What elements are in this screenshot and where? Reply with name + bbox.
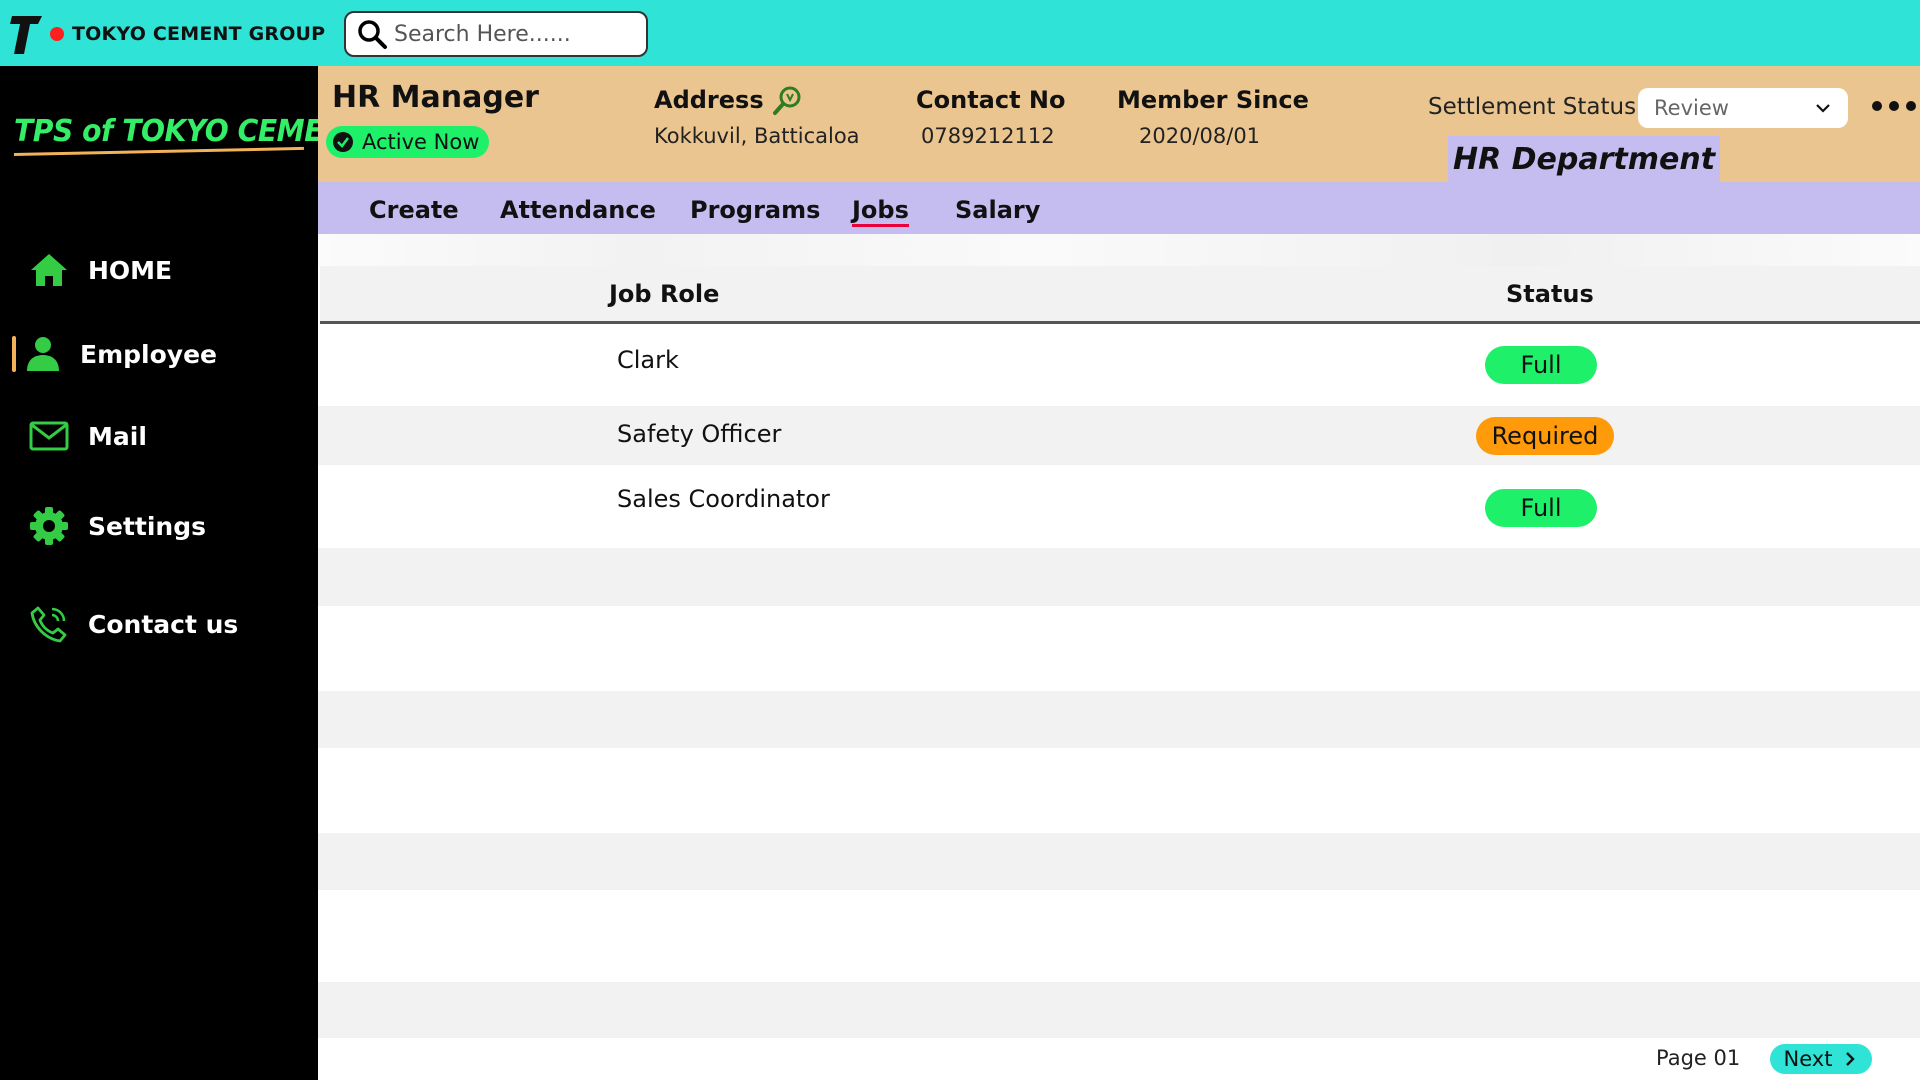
- sidebar-item-label: Settings: [88, 511, 207, 541]
- empty-row: [318, 691, 1920, 748]
- address-label: Address: [654, 86, 764, 114]
- sidebar-item-home[interactable]: HOME: [0, 242, 318, 298]
- sidebar-item-employee[interactable]: Employee: [0, 326, 318, 382]
- mail-icon: [28, 415, 70, 457]
- blurred-strip: [318, 234, 1920, 266]
- empty-row: [318, 748, 1920, 833]
- sidebar-item-settings[interactable]: Settings: [0, 498, 318, 554]
- check-circle-icon: [333, 132, 353, 152]
- phone-icon: [28, 603, 70, 645]
- page-title: HR Manager: [332, 80, 539, 115]
- page-number: Page 01: [1656, 1046, 1741, 1070]
- department-tab: HR Department: [1448, 136, 1720, 182]
- job-role-cell: Safety Officer: [617, 420, 782, 448]
- job-role-cell: Clark: [617, 346, 679, 374]
- job-role-cell: Sales Coordinator: [617, 485, 830, 513]
- dot: [1889, 101, 1899, 111]
- settlement-status-label: Settlement Status: [1428, 94, 1637, 120]
- next-button[interactable]: Next: [1770, 1044, 1872, 1074]
- empty-row: [318, 606, 1920, 691]
- search-icon: [358, 20, 387, 49]
- chevron-down-icon: [1816, 104, 1830, 113]
- gear-icon: [28, 505, 70, 547]
- tab-create[interactable]: Create: [369, 196, 459, 224]
- contact-value: 0789212112: [921, 124, 1055, 148]
- home-icon: [28, 249, 70, 291]
- sidebar-item-label: Contact us: [88, 609, 239, 639]
- profile-header: HR Manager Active Now Address Kokkuvil, …: [318, 66, 1920, 182]
- member-since-label: Member Since: [1117, 86, 1309, 114]
- brand[interactable]: TOKYO CEMENT GROUP: [10, 12, 325, 56]
- brand-name: TOKYO CEMENT GROUP: [72, 23, 326, 45]
- tab-jobs[interactable]: Jobs: [852, 196, 909, 227]
- dot: [1872, 101, 1882, 111]
- status-pill-full: Full: [1485, 346, 1597, 384]
- side-logo-text: TPS of TOKYO CEMENT: [14, 114, 365, 149]
- table-header: Job Role Status: [320, 266, 1920, 324]
- status-text: Active Now: [362, 130, 480, 154]
- settlement-status-select[interactable]: Review: [1638, 88, 1848, 128]
- table-row[interactable]: Safety Officer Required: [318, 406, 1920, 465]
- status-pill-full: Full: [1485, 489, 1597, 527]
- settlement-status-value: Review: [1654, 96, 1729, 120]
- table-row[interactable]: Clark Full: [318, 326, 1920, 406]
- status-badge: Active Now: [326, 126, 490, 158]
- search-input[interactable]: [394, 21, 634, 47]
- tab-bar: Create Attendance Programs Jobs Salary: [318, 182, 1920, 234]
- empty-row: [318, 982, 1920, 1038]
- sidebar-item-label: Employee: [80, 339, 217, 369]
- next-button-label: Next: [1783, 1047, 1833, 1071]
- map-search-icon: [773, 86, 801, 115]
- user-icon: [22, 333, 64, 375]
- column-header-status: Status: [1506, 280, 1594, 308]
- table-row[interactable]: Sales Coordinator Full: [318, 465, 1920, 548]
- dot: [1906, 101, 1916, 111]
- more-options-button[interactable]: [1872, 94, 1916, 118]
- sidebar-item-contact[interactable]: Contact us: [0, 596, 318, 652]
- address-value: Kokkuvil, Batticaloa: [654, 124, 860, 148]
- status-pill-required: Required: [1476, 417, 1614, 455]
- chevron-right-icon: [1846, 1052, 1856, 1066]
- contact-label: Contact No: [916, 86, 1066, 114]
- member-since-value: 2020/08/01: [1139, 124, 1261, 148]
- sidebar-item-label: Mail: [88, 421, 147, 451]
- tab-salary[interactable]: Salary: [955, 196, 1040, 224]
- empty-row: [318, 833, 1920, 890]
- tab-attendance[interactable]: Attendance: [500, 196, 656, 224]
- empty-row: [318, 548, 1920, 606]
- side-logo: TPS of TOKYO CEMENT: [13, 114, 365, 156]
- tokyo-logo-icon: [10, 16, 42, 54]
- sidebar: TPS of TOKYO CEMENT HOME Employee Mail S…: [0, 66, 365, 1080]
- column-header-job-role: Job Role: [609, 280, 720, 308]
- empty-row: [318, 890, 1920, 982]
- search-box[interactable]: [344, 11, 648, 57]
- brand-dot-icon: [50, 27, 64, 41]
- tab-programs[interactable]: Programs: [690, 196, 820, 224]
- top-bar: TOKYO CEMENT GROUP: [0, 0, 1920, 66]
- sidebar-item-label: HOME: [88, 255, 173, 285]
- sidebar-item-mail[interactable]: Mail: [0, 408, 318, 464]
- active-indicator: [12, 336, 16, 372]
